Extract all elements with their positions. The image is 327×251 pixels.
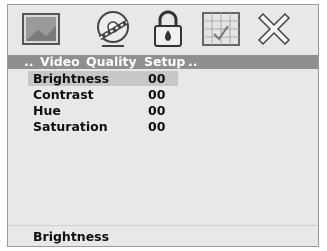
setting-row-saturation[interactable]: Saturation 00 bbox=[28, 119, 178, 134]
lock-icon[interactable] bbox=[147, 8, 189, 50]
status-bar: Brightness bbox=[8, 225, 318, 246]
setting-value: 00 bbox=[148, 71, 166, 86]
icon-toolbar bbox=[8, 5, 318, 55]
setting-row-brightness[interactable]: Brightness 00 bbox=[28, 71, 178, 86]
menu-item-setup[interactable]: Setup bbox=[144, 55, 185, 69]
menu-bar: .. Video Quality Setup .. bbox=[8, 55, 318, 69]
setting-label: Saturation bbox=[33, 119, 108, 134]
menu-lead-dots: .. bbox=[24, 54, 34, 69]
setting-label: Brightness bbox=[33, 71, 110, 86]
setting-row-contrast[interactable]: Contrast 00 bbox=[28, 87, 178, 102]
menu-item-video[interactable]: Video bbox=[40, 55, 80, 69]
setting-value: 00 bbox=[148, 103, 166, 118]
setting-label: Contrast bbox=[33, 87, 94, 102]
menu-trail-dots: .. bbox=[188, 54, 198, 69]
setting-label: Hue bbox=[33, 103, 61, 118]
disc-icon[interactable] bbox=[92, 8, 134, 50]
status-text: Brightness bbox=[33, 229, 110, 244]
osd-menu: .. Video Quality Setup .. Brightness 00 … bbox=[7, 4, 319, 247]
setting-value: 00 bbox=[148, 119, 166, 134]
menu-item-quality[interactable]: Quality bbox=[86, 55, 137, 69]
setting-value: 00 bbox=[148, 87, 166, 102]
close-icon[interactable] bbox=[253, 8, 295, 50]
setting-row-hue[interactable]: Hue 00 bbox=[28, 103, 178, 118]
grid-icon[interactable] bbox=[200, 8, 242, 50]
picture-icon[interactable] bbox=[20, 8, 62, 50]
